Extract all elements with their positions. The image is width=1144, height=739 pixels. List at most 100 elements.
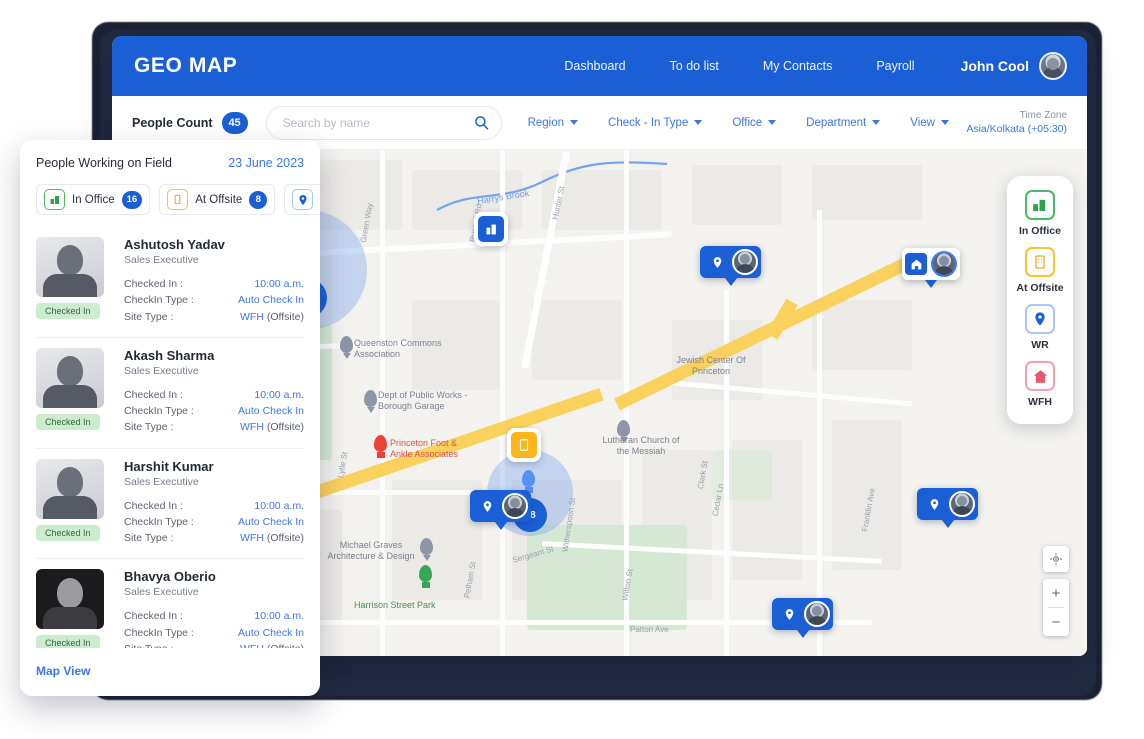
meta-key: Checked In : bbox=[124, 499, 183, 512]
meta-value: Auto Check In bbox=[238, 626, 304, 639]
meta-value: Auto Check In bbox=[238, 294, 304, 307]
map-person-marker[interactable] bbox=[917, 488, 978, 520]
person-role: Sales Executive bbox=[124, 254, 199, 266]
meta-site-type: Site Type : WFH (Offsite) bbox=[124, 530, 304, 546]
avatar bbox=[36, 347, 104, 408]
meta-site-type: Site Type : WFH (Offsite) bbox=[124, 419, 304, 435]
people-count: People Count 45 bbox=[132, 111, 248, 134]
meta-key: CheckIn Type : bbox=[124, 626, 194, 639]
legend-item-wr[interactable]: WR bbox=[1025, 304, 1055, 351]
map-locate-button[interactable] bbox=[1043, 546, 1069, 572]
meta-value: WFH (Offsite) bbox=[240, 310, 304, 323]
filter-checkin-type[interactable]: Check - In Type bbox=[608, 117, 703, 129]
person-photo-block: Checked In bbox=[36, 458, 110, 547]
chip-at-offsite[interactable]: At Offsite 8 bbox=[159, 184, 276, 215]
legend-label: WFH bbox=[1028, 396, 1052, 408]
search-box[interactable] bbox=[265, 105, 502, 140]
avatar bbox=[804, 601, 830, 627]
people-count-badge: 45 bbox=[221, 111, 248, 134]
meta-checked-in: Checked In : 10:00 a.m. bbox=[124, 608, 304, 624]
filter-department[interactable]: Department bbox=[806, 116, 881, 129]
search-icon[interactable] bbox=[474, 115, 489, 130]
person-name: Harshit Kumar bbox=[124, 458, 214, 474]
legend-item-wfh[interactable]: WFH bbox=[1025, 361, 1055, 408]
nav-link-dashboard[interactable]: Dashboard bbox=[564, 59, 625, 73]
meta-key: CheckIn Type : bbox=[124, 405, 194, 418]
office-building-icon bbox=[1024, 190, 1055, 220]
nav-link-todo-list[interactable]: To do list bbox=[670, 59, 719, 73]
map-person-marker[interactable] bbox=[772, 598, 833, 630]
map-person-marker[interactable] bbox=[470, 490, 531, 522]
search-input[interactable] bbox=[282, 115, 474, 130]
avatar bbox=[732, 249, 758, 275]
chip-in-office[interactable]: In Office 16 bbox=[36, 184, 151, 215]
panel-header: People Working on Field 23 June 2023 bbox=[20, 140, 320, 170]
filter-office[interactable]: Office bbox=[732, 116, 777, 129]
filter-region[interactable]: Region bbox=[527, 116, 579, 129]
list-item[interactable]: Checked In Akash Sharma Sales Executive … bbox=[36, 338, 304, 449]
location-pin-icon bbox=[706, 251, 728, 273]
avatar bbox=[931, 251, 957, 277]
panel-date[interactable]: 23 June 2023 bbox=[228, 156, 304, 170]
filter-office-label: Office bbox=[732, 116, 763, 129]
chevron-down-icon bbox=[570, 120, 579, 125]
chevron-down-icon bbox=[694, 120, 703, 125]
filter-region-label: Region bbox=[527, 116, 565, 129]
avatar bbox=[502, 493, 528, 519]
avatar bbox=[949, 491, 975, 517]
legend-label: At Offsite bbox=[1016, 282, 1064, 294]
status-badge: Checked In bbox=[36, 524, 100, 541]
list-item[interactable]: Checked In Bhavya Oberio Sales Executive… bbox=[36, 559, 304, 648]
filter-view-label: View bbox=[910, 116, 935, 129]
map-person-marker[interactable] bbox=[700, 246, 761, 278]
meta-checkin-type: CheckIn Type : Auto Check In bbox=[124, 514, 304, 530]
meta-value: 10:00 a.m. bbox=[254, 278, 304, 290]
list-item[interactable]: Checked In Harshit Kumar Sales Executive… bbox=[36, 449, 304, 560]
list-item[interactable]: Checked In Ashutosh Yadav Sales Executiv… bbox=[36, 227, 304, 338]
meta-checkin-type: CheckIn Type : Auto Check In bbox=[124, 403, 304, 419]
person-details: Bhavya Oberio Sales Executive Checked In… bbox=[124, 569, 304, 648]
nav-link-payroll[interactable]: Payroll bbox=[876, 59, 914, 73]
map-marker-in-office-cluster[interactable] bbox=[474, 212, 508, 246]
meta-key: Checked In : bbox=[124, 278, 183, 290]
map-label-lutheran-church: Lutheran Church of the Messiah bbox=[602, 435, 680, 457]
chevron-down-icon bbox=[940, 120, 949, 125]
chip-count-badge: 8 bbox=[249, 190, 268, 209]
zoom-out-button[interactable]: − bbox=[1043, 608, 1069, 636]
zoom-in-button[interactable]: + bbox=[1043, 579, 1069, 607]
person-photo-block: Checked In bbox=[36, 347, 110, 436]
filter-department-label: Department bbox=[806, 116, 867, 129]
poi-harrison-street-park bbox=[419, 565, 432, 582]
status-badge: Checked In bbox=[36, 413, 100, 430]
chip-count-badge: 16 bbox=[121, 190, 143, 209]
map-label-michael-graves: Michael Graves Architecture & Design bbox=[327, 540, 415, 562]
person-role: Sales Executive bbox=[124, 586, 199, 599]
person-meta: Checked In : 10:00 a.m. CheckIn Type : A… bbox=[124, 276, 304, 325]
person-details: Ashutosh Yadav Sales Executive Checked I… bbox=[124, 237, 304, 325]
location-pin-icon bbox=[778, 603, 800, 625]
meta-key: Site Type : bbox=[124, 421, 174, 434]
filter-view[interactable]: View bbox=[910, 117, 949, 129]
user-avatar[interactable] bbox=[1039, 52, 1067, 80]
map-view-link[interactable]: Map View bbox=[36, 664, 90, 678]
nav-link-my-contacts[interactable]: My Contacts bbox=[763, 59, 832, 73]
meta-key: Site Type : bbox=[124, 310, 174, 323]
legend-item-in-office[interactable]: In Office bbox=[1019, 190, 1061, 237]
user-menu[interactable]: John Cool bbox=[961, 52, 1067, 80]
person-photo-block: Checked In bbox=[36, 237, 110, 325]
meta-checkin-type: CheckIn Type : Auto Check In bbox=[124, 625, 304, 641]
legend-item-at-offsite[interactable]: At Offsite bbox=[1016, 247, 1064, 294]
chip-wr-clipped[interactable] bbox=[284, 184, 320, 215]
meta-checked-in: Checked In : 10:00 a.m. bbox=[124, 498, 304, 514]
map-person-marker-wfh[interactable] bbox=[902, 248, 960, 280]
map-marker-offsite-cluster[interactable] bbox=[507, 428, 541, 462]
timezone-value[interactable]: Asia/Kolkata (+05:30) bbox=[966, 122, 1067, 136]
person-name: Ashutosh Yadav bbox=[124, 237, 225, 252]
nav-links: Dashboard To do list My Contacts Payroll bbox=[564, 59, 914, 73]
timezone-label: Time Zone bbox=[1019, 109, 1067, 121]
filter-dropdowns: Region Check - In Type Office Department… bbox=[528, 117, 949, 129]
person-name: Bhavya Oberio bbox=[124, 569, 216, 585]
chevron-down-icon bbox=[872, 120, 881, 125]
app-logo-geo-map[interactable]: GEO MAP bbox=[134, 54, 237, 78]
person-details: Harshit Kumar Sales Executive Checked In… bbox=[124, 459, 304, 547]
